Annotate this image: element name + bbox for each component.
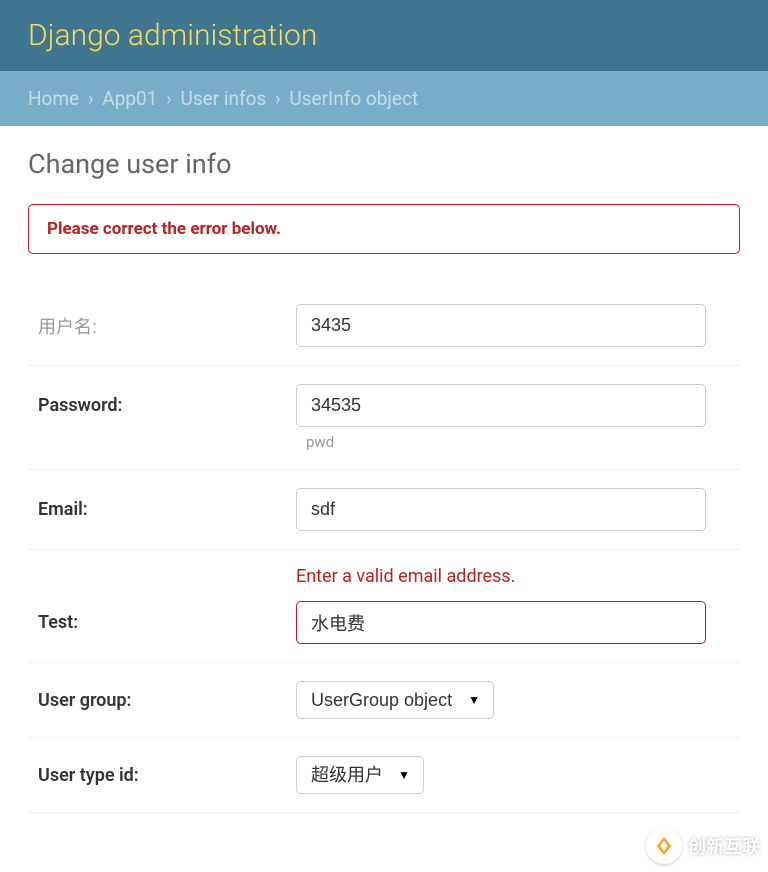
user-type-select[interactable]: 超级用户 [296,756,424,794]
field-password-row: Password: pwd [28,366,740,470]
password-label: Password: [38,395,296,416]
breadcrumb-current: UserInfo object [289,87,418,110]
field-user-group-row: User group: UserGroup object ▼ [28,663,740,738]
watermark-icon [646,828,682,864]
watermark-text: 创新互联 [688,833,760,859]
user-type-label: User type id: [38,765,296,786]
test-error-message: Enter a valid email address. [296,566,730,587]
password-input[interactable] [296,384,706,427]
email-label: Email: [38,499,296,520]
email-input[interactable] [296,488,706,531]
breadcrumb-home[interactable]: Home [28,87,79,110]
breadcrumb-model[interactable]: User infos [181,87,267,110]
page-title: Change user info [28,148,740,180]
site-title: Django administration [28,18,317,53]
username-input[interactable] [296,304,706,347]
field-test-row: Enter a valid email address. Test: [28,550,740,663]
field-user-type-row: User type id: 超级用户 ▼ [28,738,740,813]
watermark: 创新互联 [646,828,760,864]
password-help: pwd [306,433,334,451]
error-note: Please correct the error below. [28,204,740,254]
field-username-row: 用户名: [28,286,740,366]
breadcrumb-separator: › [88,87,94,110]
username-label: 用户名: [38,313,296,339]
admin-header: Django administration [0,0,768,71]
user-group-label: User group: [38,690,296,711]
test-input[interactable] [296,601,706,644]
test-label: Test: [38,612,296,633]
breadcrumb-separator: › [275,87,281,110]
field-email-row: Email: [28,470,740,550]
breadcrumb: Home › App01 › User infos › UserInfo obj… [0,71,768,126]
content-area: Change user info Please correct the erro… [0,126,768,835]
breadcrumb-app[interactable]: App01 [102,87,157,110]
user-group-select[interactable]: UserGroup object [296,681,494,719]
breadcrumb-separator: › [166,87,172,110]
